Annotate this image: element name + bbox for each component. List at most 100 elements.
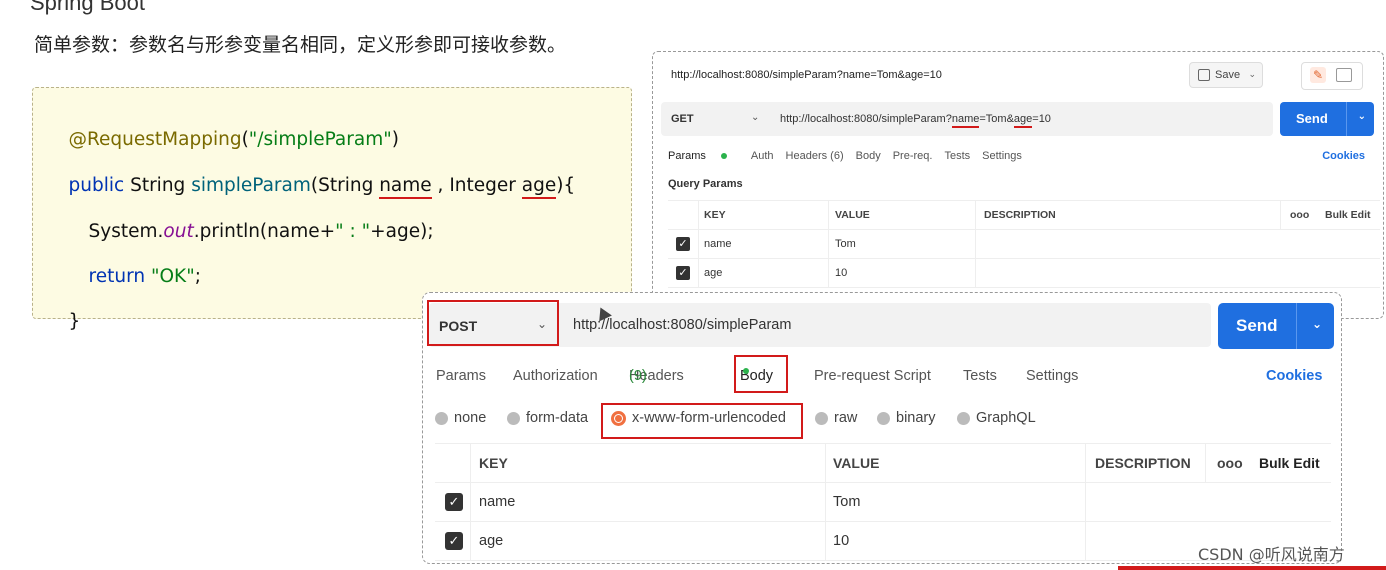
save-label: Save	[1215, 69, 1241, 81]
radio-label: binary	[896, 410, 936, 426]
bulk-edit-link[interactable]: Bulk Edit	[1259, 455, 1320, 471]
method-select[interactable]: GET	[671, 113, 694, 125]
cookies-link[interactable]: Cookies	[1322, 150, 1365, 162]
decorative-underline	[1118, 566, 1386, 570]
table-header: KEY VALUE DESCRIPTION ooo Bulk Edit	[668, 200, 1380, 230]
code-text: System.	[88, 221, 164, 242]
radio-icon	[815, 411, 828, 425]
bulk-edit-link[interactable]: Bulk Edit	[1325, 209, 1371, 221]
table-row: ✓ name Tom	[435, 483, 1331, 522]
method-select[interactable]: POST	[439, 318, 477, 334]
page-heading: 简单参数：参数名与形参变量名相同，定义形参即可接收参数。	[34, 34, 567, 56]
tab-prerequest[interactable]: Pre-request Script	[814, 368, 931, 384]
tab-prereq[interactable]: Pre-req.	[893, 150, 933, 162]
radio-form-data[interactable]: form-data	[507, 410, 588, 426]
query-params-label: Query Params	[668, 178, 743, 190]
method-name: simpleParam	[191, 175, 311, 196]
postman-get-window: http://localhost:8080/simpleParam?name=T…	[652, 51, 1384, 319]
keyword: return	[88, 266, 146, 287]
checkbox[interactable]: ✓	[676, 237, 690, 251]
url-input[interactable]: http://localhost:8080/simpleParam?name=T…	[780, 113, 1051, 128]
view-toggle-group: ✎	[1301, 62, 1363, 90]
url-param-name: name	[951, 113, 980, 128]
tab-params[interactable]: Params	[436, 368, 486, 384]
tab-label: Params	[668, 150, 706, 162]
checkbox[interactable]: ✓	[676, 266, 690, 280]
checkbox[interactable]: ✓	[445, 532, 463, 550]
url-end: =10	[1032, 113, 1051, 125]
col-description: DESCRIPTION	[1095, 455, 1191, 471]
chevron-down-icon[interactable]: ⌄	[751, 112, 759, 123]
table-row: ✓ age 10	[435, 522, 1331, 561]
code-snippet: @RequestMapping("/simpleParam") public S…	[32, 87, 632, 332]
table-row: ✓ name Tom	[668, 230, 1380, 259]
radio-graphql[interactable]: GraphQL	[957, 410, 1036, 426]
url-param-age: age	[1013, 113, 1033, 128]
save-icon	[1198, 69, 1210, 81]
body-table: KEY VALUE DESCRIPTION ooo Bulk Edit ✓ na…	[435, 443, 1331, 561]
tab-tests[interactable]: Tests	[963, 368, 997, 384]
send-label: Send	[1236, 316, 1278, 335]
col-key: KEY	[704, 209, 726, 221]
save-button[interactable]: Save ⌄	[1189, 62, 1263, 88]
chevron-down-icon[interactable]: ⌄	[537, 317, 547, 331]
chevron-down-icon[interactable]: ⌄	[1358, 111, 1366, 122]
code-text: }	[68, 311, 81, 332]
code-paren: )	[391, 129, 399, 150]
more-icon[interactable]: ooo	[1217, 455, 1243, 471]
param-value[interactable]: Tom	[835, 238, 856, 250]
tab-authorization[interactable]: Authorization	[513, 368, 598, 384]
radio-none[interactable]: none	[435, 410, 486, 426]
param-key[interactable]: age	[479, 533, 503, 549]
tab-auth[interactable]: Auth	[751, 150, 774, 162]
tab-settings[interactable]: Settings	[1026, 368, 1078, 384]
send-button[interactable]: Send ⌄	[1280, 102, 1374, 136]
code-line-4: return "OK";	[65, 245, 201, 308]
param-key[interactable]: age	[704, 267, 722, 279]
send-label: Send	[1296, 111, 1328, 126]
radio-icon	[877, 411, 890, 425]
url-bar: GET ⌄ http://localhost:8080/simpleParam?…	[661, 102, 1273, 136]
cookies-link[interactable]: Cookies	[1266, 368, 1322, 384]
tab-headers[interactable]: Headers (6)	[786, 150, 844, 162]
col-value: VALUE	[835, 209, 870, 221]
col-key: KEY	[479, 455, 508, 471]
tab-body[interactable]: Body	[856, 150, 881, 162]
param-key[interactable]: name	[479, 494, 515, 510]
send-button[interactable]: Send ⌄	[1218, 303, 1334, 349]
code-string: "OK"	[145, 266, 195, 287]
chevron-down-icon[interactable]: ⌄	[1248, 69, 1256, 80]
request-tabs: Params Auth Headers (6) Body Pre-req. Tests Se…	[668, 150, 1034, 162]
param-key[interactable]: name	[704, 238, 732, 250]
code-text: (String	[310, 175, 380, 196]
radio-raw[interactable]: raw	[815, 410, 857, 426]
chevron-down-icon[interactable]: ⌄	[1312, 317, 1322, 331]
radio-label: form-data	[526, 410, 589, 426]
pencil-icon[interactable]: ✎	[1310, 67, 1326, 83]
tab-params[interactable]: Params	[668, 150, 739, 162]
radio-icon	[957, 411, 970, 425]
param-value[interactable]: 10	[835, 267, 847, 279]
url-input[interactable]: http://localhost:8080/simpleParam	[573, 317, 791, 333]
code-string: " : "	[335, 221, 371, 242]
tab-settings[interactable]: Settings	[982, 150, 1022, 162]
code-text: +age);	[370, 221, 434, 242]
radio-binary[interactable]: binary	[877, 410, 936, 426]
mapping-path: "/simpleParam"	[248, 129, 392, 150]
status-dot	[720, 153, 727, 160]
param-value[interactable]: Tom	[833, 494, 860, 510]
radio-label: none	[454, 410, 487, 426]
comment-icon[interactable]	[1336, 68, 1352, 82]
tab-tests[interactable]: Tests	[944, 150, 970, 162]
more-icon[interactable]: ooo	[1290, 209, 1309, 221]
highlight-box-body	[734, 355, 788, 393]
checkbox[interactable]: ✓	[445, 493, 463, 511]
param-value[interactable]: 10	[833, 533, 849, 549]
radio-label: raw	[834, 410, 858, 426]
request-tab-title[interactable]: http://localhost:8080/simpleParam?name=T…	[671, 69, 942, 81]
highlight-box-urlencoded	[601, 403, 803, 439]
table-header: KEY VALUE DESCRIPTION ooo Bulk Edit	[435, 443, 1331, 483]
code-text: ){	[556, 175, 576, 196]
keyword: public	[68, 175, 125, 196]
watermark: CSDN @听风说南方	[1198, 545, 1345, 564]
